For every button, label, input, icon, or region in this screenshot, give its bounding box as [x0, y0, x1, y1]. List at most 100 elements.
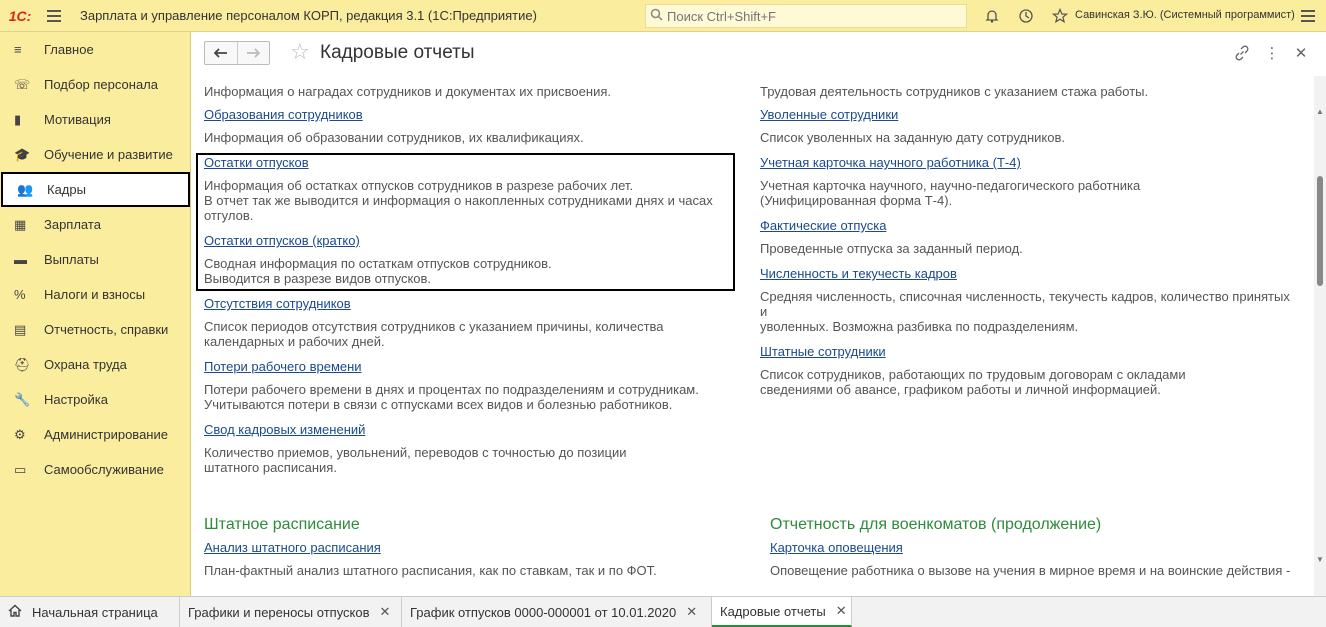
report-desc: Потери рабочего времени в днях и процент… [204, 382, 699, 397]
page-title: Кадровые отчеты [320, 42, 475, 63]
gear-icon: ⚙ [14, 426, 26, 442]
report-link[interactable]: Остатки отпусков [204, 155, 309, 171]
tab-bar: Начальная страница Графики и переносы отп… [0, 596, 1326, 627]
calculator-icon: ▦ [14, 216, 27, 232]
list-icon: ≡ [14, 42, 22, 57]
sidebar-item-reports[interactable]: ▤ Отчетность, справки [0, 312, 191, 347]
sidebar-item-label: Обучение и развитие [44, 147, 173, 162]
history-icon[interactable] [1009, 0, 1043, 32]
report-link[interactable]: Анализ штатного расписания [204, 540, 381, 556]
sidebar-item-label: Настройка [44, 392, 108, 407]
people-icon: 👥 [17, 181, 34, 197]
report-desc: сведениями об авансе, графиком работы и … [760, 382, 1161, 397]
report-desc: Список уволенных на заданную дату сотруд… [760, 130, 1065, 145]
report-link[interactable]: Штатные сотрудники [760, 344, 886, 360]
report-desc: Сводная информация по остаткам отпусков … [204, 256, 552, 271]
sidebar-item-payments[interactable]: ▬ Выплаты [0, 242, 191, 277]
form-header: ☆ Кадровые отчеты ⋮ ✕ [192, 32, 1326, 76]
link-icon[interactable] [1231, 42, 1253, 64]
favorite-star-icon[interactable]: ☆ [290, 40, 310, 64]
scrollbar[interactable]: ▲ ▼ [1314, 76, 1326, 596]
phone-icon: ☏ [14, 76, 31, 92]
sidebar-item-taxes[interactable]: % Налоги и взносы [0, 277, 191, 312]
report-link[interactable]: Численность и текучесть кадров [760, 266, 957, 282]
user-name[interactable]: Савинская З.Ю. (Системный программист) [1075, 9, 1295, 21]
home-icon [8, 604, 22, 620]
report-link[interactable]: Потери рабочего времени [204, 359, 362, 375]
scroll-down-icon[interactable]: ▼ [1314, 554, 1326, 566]
app-title: Зарплата и управление персоналом КОРП, р… [80, 8, 537, 23]
sidebar: ≡ Главное ☏ Подбор персонала ▮ Мотивация 🎓 Обуч… [0, 32, 191, 596]
scroll-thumb[interactable] [1317, 176, 1323, 286]
report-desc: календарных и рабочих дней. [204, 334, 385, 349]
sidebar-item-labor-safety[interactable]: ⛑ Охрана труда [0, 347, 191, 382]
report-desc: Проведенные отпуска за заданный период. [760, 241, 1023, 256]
tab-label: Графики и переносы отпусков [188, 604, 370, 620]
report-desc: Выводится в разрезе видов отпусков. [204, 271, 432, 286]
left-top-desc: Информация о наградах сотрудников и доку… [204, 84, 611, 99]
sidebar-item-hr[interactable]: 👥 Кадры [1, 172, 190, 207]
report-link[interactable]: Учетная карточка научного работника (Т-4… [760, 155, 1021, 171]
tab-vacation-schedule-doc[interactable]: График отпусков 0000-000001 от 10.01.202… [402, 597, 712, 627]
report-link[interactable]: Уволенные сотрудники [760, 107, 898, 123]
bell-icon[interactable] [975, 0, 1009, 32]
tab-home[interactable]: Начальная страница [0, 597, 180, 627]
close-tab-icon[interactable]: ✕ [380, 604, 391, 620]
report-desc: Учетная карточка научного, научно-педаго… [760, 178, 1141, 193]
sidebar-item-motivation[interactable]: ▮ Мотивация [0, 102, 191, 137]
report-desc: Список сотрудников, работающих по трудов… [760, 367, 1186, 382]
report-desc: Информация об остатках отпусков сотрудни… [204, 178, 634, 193]
report-desc: (Унифицированная форма Т-4). [760, 193, 953, 208]
percent-icon: % [14, 287, 26, 302]
tab-vacation-schedules[interactable]: Графики и переносы отпусков ✕ [180, 597, 402, 627]
gift-icon: ▮ [14, 111, 22, 127]
helmet-icon: ⛑ [14, 356, 31, 372]
search-box[interactable] [645, 4, 967, 28]
report-desc: Оповещение работника о вызове на учения … [770, 563, 1291, 578]
close-tab-icon[interactable]: ✕ [686, 604, 697, 620]
report-link[interactable]: Карточка оповещения [770, 540, 903, 556]
wallet-icon: ▬ [14, 252, 27, 267]
report-link[interactable]: Остатки отпусков (кратко) [204, 233, 360, 249]
scroll-up-icon[interactable]: ▲ [1314, 106, 1326, 118]
app-logo[interactable]: 1С: [0, 0, 40, 32]
report-list: Информация о наградах сотрудников и доку… [192, 76, 1314, 596]
search-input[interactable] [667, 8, 957, 24]
sidebar-item-home[interactable]: ≡ Главное [0, 32, 191, 67]
report-desc: Средняя численность, списочная численнос… [760, 289, 1290, 304]
right-top-desc: Трудовая деятельность сотрудников с указ… [760, 84, 1149, 99]
settings-menu-icon[interactable] [1298, 6, 1318, 26]
sidebar-item-label: Отчетность, справки [44, 322, 169, 337]
sidebar-item-recruiting[interactable]: ☏ Подбор персонала [0, 67, 191, 102]
graduation-cap-icon: 🎓 [14, 146, 31, 162]
tab-hr-reports[interactable]: Кадровые отчеты ✕ [712, 597, 852, 627]
sidebar-item-administration[interactable]: ⚙ Администрирование [0, 417, 191, 452]
back-arrow-icon[interactable] [205, 42, 237, 64]
sidebar-item-salary[interactable]: ▦ Зарплата [0, 207, 191, 242]
more-vertical-icon[interactable]: ⋮ [1261, 42, 1283, 64]
report-link[interactable]: Образования сотрудников [204, 107, 363, 123]
tab-label: Кадровые отчеты [720, 603, 826, 619]
nav-buttons [204, 41, 270, 65]
sidebar-item-training[interactable]: 🎓 Обучение и развитие [0, 137, 191, 172]
sidebar-item-label: Налоги и взносы [44, 287, 146, 302]
report-link[interactable]: Фактические отпуска [760, 218, 886, 234]
favorites-star-icon[interactable] [1043, 0, 1077, 32]
sidebar-item-label: Выплаты [44, 252, 99, 267]
sidebar-item-label: Главное [44, 42, 94, 57]
tab-label: Начальная страница [32, 604, 158, 620]
group-title-military: Отчетность для военкоматов (продолжение) [770, 516, 1102, 533]
sidebar-item-label: Самообслуживание [44, 462, 164, 477]
id-card-icon: ▭ [14, 461, 27, 477]
report-desc: Количество приемов, увольнений, переводо… [204, 445, 627, 460]
sidebar-item-self-service[interactable]: ▭ Самообслуживание [0, 452, 191, 487]
close-icon[interactable]: ✕ [1290, 42, 1312, 64]
report-desc: Информация об образовании сотрудников, и… [204, 130, 584, 145]
forward-arrow-icon[interactable] [237, 42, 269, 64]
report-desc: Список периодов отсутствия сотрудников с… [204, 319, 664, 334]
report-link[interactable]: Отсутствия сотрудников [204, 296, 351, 312]
sidebar-item-settings[interactable]: 🔧 Настройка [0, 382, 191, 417]
report-link[interactable]: Свод кадровых изменений [204, 422, 365, 438]
main-menu-icon[interactable] [40, 0, 68, 32]
close-tab-icon[interactable]: ✕ [836, 603, 847, 619]
